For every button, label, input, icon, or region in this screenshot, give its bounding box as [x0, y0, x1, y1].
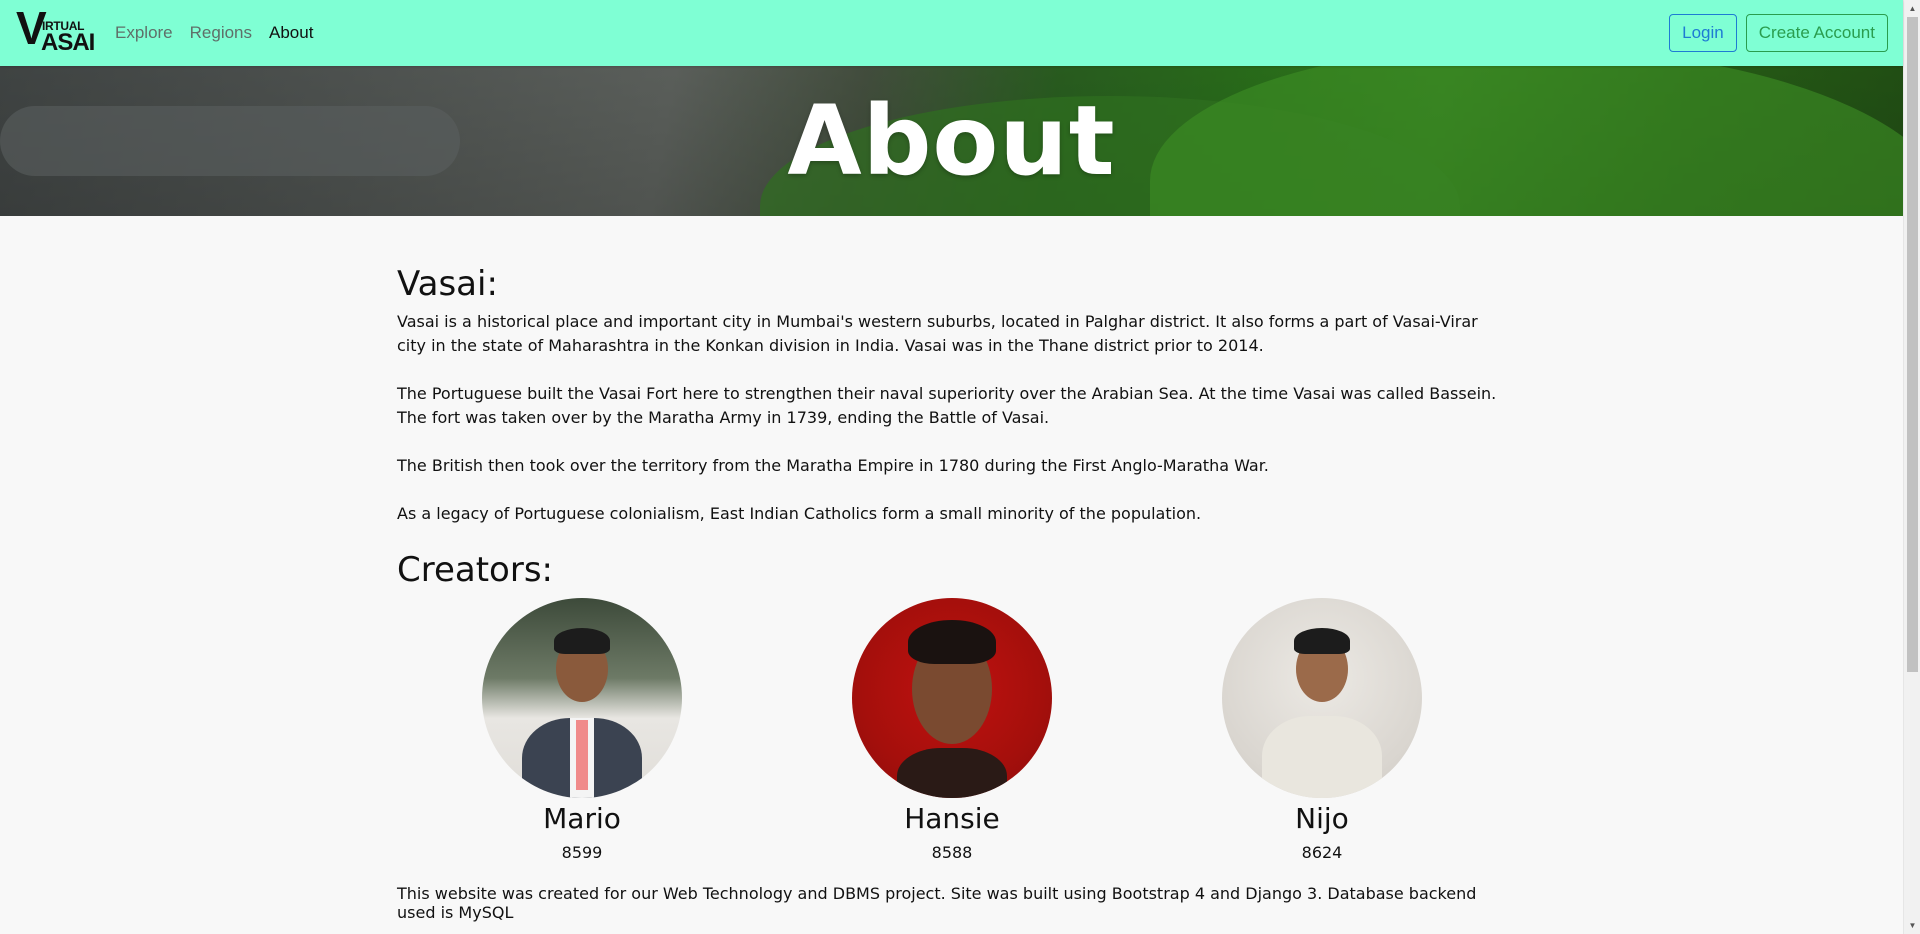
scrollbar[interactable]: ▲ ▼ [1903, 0, 1920, 934]
brand-logo[interactable]: V IRTUAL ASAI [16, 5, 95, 56]
hero-banner: About [0, 66, 1903, 216]
nav-link-explore[interactable]: Explore [115, 23, 173, 43]
scroll-up-icon[interactable]: ▲ [1904, 0, 1920, 17]
creator-card: Mario 8599 [432, 598, 732, 862]
avatar [482, 598, 682, 798]
vasai-heading: Vasai: [397, 264, 498, 304]
login-button[interactable]: Login [1669, 14, 1737, 52]
creators-heading: Creators: [397, 550, 554, 590]
creators-list: Mario 8599 Hansie 8588 Nijo 8624 [397, 598, 1507, 862]
avatar [852, 598, 1052, 798]
creator-id: 8624 [1301, 843, 1343, 862]
creator-name: Nijo [1295, 802, 1349, 835]
avatar [1222, 598, 1422, 798]
nav-link-about[interactable]: About [269, 23, 313, 43]
creator-card: Nijo 8624 [1172, 598, 1472, 862]
creator-name: Mario [543, 802, 621, 835]
avatar-figure [1262, 716, 1382, 798]
vasai-paragraph: The Portuguese built the Vasai Fort here… [397, 384, 1497, 427]
creator-card: Hansie 8588 [802, 598, 1102, 862]
avatar-figure [554, 628, 610, 654]
brand-logo-asai: ASAI [41, 29, 95, 56]
scroll-thumb[interactable] [1907, 17, 1918, 672]
scroll-down-icon[interactable]: ▼ [1904, 917, 1920, 934]
page-title: About [787, 85, 1116, 197]
vasai-paragraph: Vasai is a historical place and importan… [397, 312, 1478, 355]
main-content: Vasai: Vasai is a historical place and i… [397, 216, 1507, 922]
navbar: V IRTUAL ASAI Explore Regions About Logi… [0, 0, 1903, 66]
avatar-figure [576, 720, 588, 790]
nav-actions: Login Create Account [1669, 14, 1888, 52]
avatar-figure [1294, 628, 1350, 654]
creator-id: 8599 [561, 843, 603, 862]
vasai-paragraph: The British then took over the territory… [397, 456, 1269, 475]
avatar-figure [908, 620, 996, 664]
nav-links: Explore Regions About [115, 0, 313, 66]
creator-id: 8588 [931, 843, 973, 862]
vasai-paragraph: As a legacy of Portuguese colonialism, E… [397, 504, 1202, 523]
footer-note: This website was created for our Web Tec… [397, 884, 1477, 922]
avatar-figure [897, 748, 1007, 798]
create-account-button[interactable]: Create Account [1745, 14, 1888, 52]
creator-name: Hansie [904, 802, 1000, 835]
nav-link-regions[interactable]: Regions [190, 23, 252, 43]
